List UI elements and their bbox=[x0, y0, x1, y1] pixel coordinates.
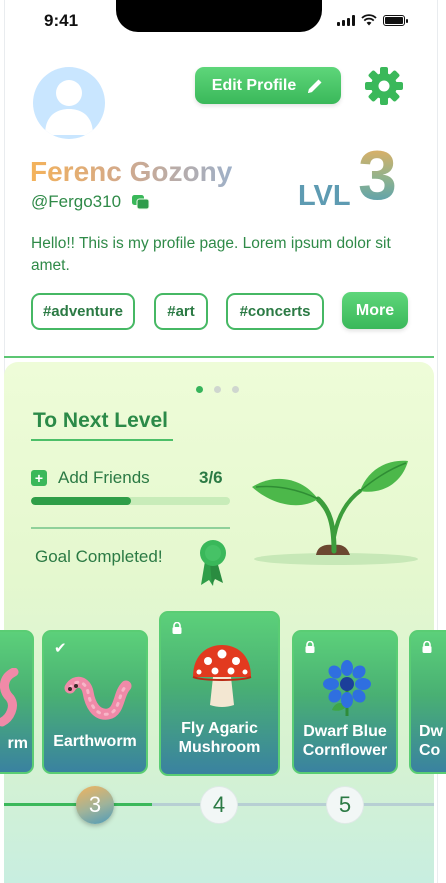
profile-screen: 9:41 Edit Profile Ferenc Gozony @Fergo31… bbox=[0, 0, 446, 883]
card-label-line-2: Co bbox=[419, 742, 441, 759]
task-progress-bar bbox=[31, 497, 230, 505]
level-node-next[interactable]: 5 bbox=[326, 786, 364, 824]
gear-icon[interactable] bbox=[364, 66, 404, 106]
wifi-icon bbox=[361, 14, 377, 26]
battery-icon bbox=[383, 14, 408, 26]
level-node-next[interactable]: 4 bbox=[200, 786, 238, 824]
carousel-dots[interactable] bbox=[196, 386, 239, 393]
tag-concerts[interactable]: #concerts bbox=[226, 293, 324, 330]
goal-completed-text: Goal Completed! bbox=[35, 547, 163, 566]
card-label-line-1: Dwarf Blue bbox=[303, 723, 387, 740]
carousel-dot-2[interactable] bbox=[214, 386, 221, 393]
tag-adventure[interactable]: #adventure bbox=[31, 293, 135, 330]
card-label-line-1: Dw bbox=[419, 723, 443, 740]
level-node-current[interactable]: 3 bbox=[76, 786, 114, 824]
edit-profile-button[interactable]: Edit Profile bbox=[195, 67, 341, 104]
pencil-icon bbox=[308, 79, 322, 93]
plus-icon[interactable]: + bbox=[31, 470, 47, 486]
device-notch bbox=[116, 0, 322, 32]
level-label: LVL bbox=[298, 180, 351, 212]
earthworm-icon bbox=[64, 676, 132, 720]
profile-name: Ferenc Gozony bbox=[30, 156, 233, 187]
more-tags-button[interactable]: More bbox=[342, 292, 408, 329]
card-label: rm bbox=[7, 735, 28, 752]
status-time: 9:41 bbox=[44, 11, 79, 30]
lock-icon bbox=[172, 622, 182, 634]
profile-handle-row: @Fergo310 bbox=[31, 192, 151, 212]
ribbon-award-icon bbox=[200, 540, 226, 586]
carousel-dot-3[interactable] bbox=[232, 386, 239, 393]
sprout-icon bbox=[252, 460, 418, 565]
level-number: 3 bbox=[358, 136, 397, 214]
cornflower-icon bbox=[323, 660, 371, 716]
next-level-title: To Next Level bbox=[33, 409, 168, 432]
avatar[interactable] bbox=[33, 67, 105, 139]
signal-icon bbox=[337, 14, 355, 26]
lock-icon bbox=[305, 641, 315, 653]
card-dwarf-blue-cornflower[interactable]: Dwarf Blue Cornflower bbox=[292, 630, 398, 774]
section-divider bbox=[4, 356, 434, 358]
copy-icon[interactable] bbox=[131, 194, 151, 210]
card-earthworm[interactable]: ✔ Earthworm bbox=[42, 630, 148, 774]
next-level-underline bbox=[31, 439, 173, 441]
card-partial-left[interactable]: rm bbox=[0, 630, 34, 774]
edit-profile-label: Edit Profile bbox=[211, 76, 297, 94]
lock-icon bbox=[422, 641, 432, 653]
user-icon bbox=[45, 80, 93, 135]
mushroom-icon bbox=[192, 645, 252, 707]
tag-art[interactable]: #art bbox=[154, 293, 208, 330]
card-label-line-1: Fly Agaric bbox=[181, 720, 258, 737]
worm-partial-icon bbox=[0, 668, 19, 727]
task-separator bbox=[31, 527, 230, 529]
carousel-dot-1[interactable] bbox=[196, 386, 203, 393]
profile-bio: Hello!! This is my profile page. Lorem i… bbox=[31, 235, 391, 274]
card-partial-right[interactable]: Dw Co bbox=[409, 630, 446, 774]
card-fly-agaric[interactable]: Fly Agaric Mushroom bbox=[159, 611, 280, 776]
task-progress-fill bbox=[31, 497, 131, 505]
task-count: 3/6 bbox=[199, 468, 223, 487]
status-icons bbox=[337, 14, 408, 26]
card-label-line-2: Mushroom bbox=[178, 739, 261, 756]
card-label: Earthworm bbox=[53, 733, 137, 750]
card-label-line-2: Cornflower bbox=[302, 742, 388, 759]
check-icon: ✔ bbox=[54, 640, 67, 657]
task-label: Add Friends bbox=[58, 468, 150, 487]
profile-handle: @Fergo310 bbox=[31, 192, 122, 211]
